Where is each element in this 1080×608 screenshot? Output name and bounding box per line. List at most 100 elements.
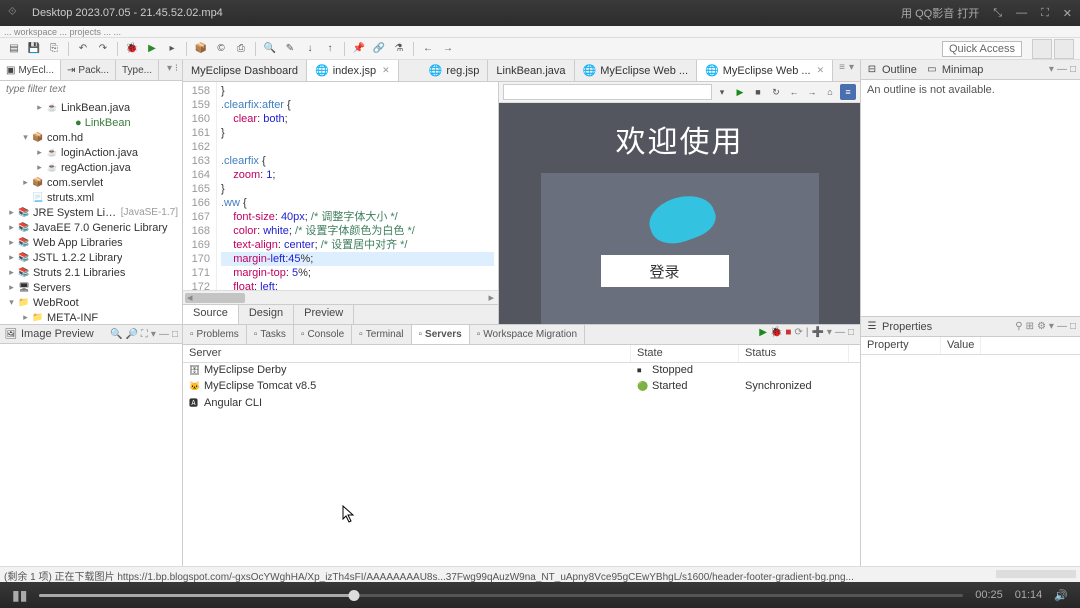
server-add-icon[interactable]: ➕ bbox=[811, 327, 823, 342]
server-stop-icon[interactable]: ■ bbox=[785, 327, 791, 342]
tree-node[interactable]: ▸Web App Libraries bbox=[0, 235, 182, 250]
left-view-menu-icon[interactable]: ▾ ⁝ bbox=[163, 60, 182, 80]
player-close-icon[interactable]: ✕ bbox=[1063, 7, 1072, 20]
editor-min-icon[interactable]: ▾ bbox=[849, 62, 854, 79]
bottom-tab-tasks[interactable]: ▫Tasks bbox=[247, 325, 294, 344]
tree-node[interactable]: ▸META-INF bbox=[0, 310, 182, 324]
col-value[interactable]: Value bbox=[941, 337, 981, 354]
player-max-icon[interactable]: ⛶ bbox=[1041, 7, 1049, 20]
tree-filter-input[interactable] bbox=[4, 82, 178, 97]
tree-node[interactable]: ▾com.hd bbox=[0, 130, 182, 145]
bottom-tab-problems[interactable]: ▫Problems bbox=[183, 325, 247, 344]
tree-node[interactable]: ▸JavaEE 7.0 Generic Library bbox=[0, 220, 182, 235]
pin-icon[interactable]: 📌 bbox=[351, 41, 367, 57]
debug-icon[interactable]: 🐞 bbox=[124, 41, 140, 57]
editor-tab[interactable]: LinkBean.java bbox=[488, 60, 574, 81]
bottom-tab-workspace-migration[interactable]: ▫Workspace Migration bbox=[470, 325, 585, 344]
toggle-mark-icon[interactable]: ✎ bbox=[282, 41, 298, 57]
browser-menu-icon[interactable]: ≡ bbox=[840, 84, 856, 100]
server-row[interactable]: 🅰Angular CLI bbox=[183, 395, 860, 411]
tree-node[interactable]: ▸regAction.java bbox=[0, 160, 182, 175]
player-min-icon[interactable]: — bbox=[1016, 7, 1027, 19]
save-all-icon[interactable]: ⎘ bbox=[46, 41, 62, 57]
minimap-title[interactable]: Minimap bbox=[942, 64, 984, 76]
maximize-pane-icon[interactable]: □ bbox=[172, 329, 178, 340]
mode-preview[interactable]: Preview bbox=[294, 305, 354, 324]
server-row[interactable]: 🗄MyEclipse Derby⏹Stopped bbox=[183, 363, 860, 379]
tree-node[interactable]: struts.xml bbox=[0, 190, 182, 205]
fwd-nav-icon[interactable]: → bbox=[804, 84, 820, 100]
play-pause-icon[interactable]: ▮▮ bbox=[12, 587, 27, 604]
run-icon[interactable]: ▶ bbox=[144, 41, 160, 57]
tree-node[interactable]: ● LinkBean bbox=[0, 115, 182, 130]
go-icon[interactable]: ▶ bbox=[732, 84, 748, 100]
col-server[interactable]: Server bbox=[183, 345, 631, 362]
mode-design[interactable]: Design bbox=[239, 305, 294, 324]
forward-icon[interactable]: → bbox=[440, 41, 456, 57]
new-package-icon[interactable]: 📦 bbox=[193, 41, 209, 57]
server-start-icon[interactable]: ▶ bbox=[759, 327, 767, 342]
zoom-out-icon[interactable]: 🔎 bbox=[125, 329, 137, 340]
tree-node[interactable]: ▸loginAction.java bbox=[0, 145, 182, 160]
bottom-tab-terminal[interactable]: ▫Terminal bbox=[352, 325, 411, 344]
open-type-icon[interactable]: ⎙ bbox=[233, 41, 249, 57]
col-property[interactable]: Property bbox=[861, 337, 941, 354]
tree-node[interactable]: ▸com.servlet bbox=[0, 175, 182, 190]
prev-annotation-icon[interactable]: ↑ bbox=[322, 41, 338, 57]
zoom-in-icon[interactable]: 🔍 bbox=[110, 329, 122, 340]
minimize-pane-icon[interactable]: — bbox=[159, 329, 169, 340]
editor-tab[interactable]: 🌐MyEclipse Web ...✕ bbox=[697, 60, 833, 81]
code-area[interactable]: } .clearfix:after { clear: both; } .clea… bbox=[217, 82, 498, 290]
login-button[interactable]: 登录 bbox=[601, 255, 729, 287]
tab-type-hierarchy[interactable]: Type... bbox=[116, 60, 159, 80]
open-with-hint[interactable]: 用 QQ影音 打开 bbox=[901, 5, 979, 21]
tab-package-explorer[interactable]: ⇥Pack... bbox=[61, 60, 116, 80]
outline-title[interactable]: Outline bbox=[882, 64, 917, 76]
mode-source[interactable]: Source bbox=[183, 305, 239, 324]
fit-icon[interactable]: ⛶ bbox=[141, 329, 148, 340]
back-icon[interactable]: ← bbox=[420, 41, 436, 57]
tab-myeclipse-explorer[interactable]: ▣MyEcl... bbox=[0, 60, 61, 80]
back-nav-icon[interactable]: ← bbox=[786, 84, 802, 100]
close-tab-icon[interactable]: ✕ bbox=[817, 65, 825, 76]
bottom-tab-servers[interactable]: ▫Servers bbox=[412, 325, 470, 344]
url-input[interactable] bbox=[503, 84, 712, 100]
run-last-icon[interactable]: ▸ bbox=[164, 41, 180, 57]
outline-min-icon[interactable]: — bbox=[1057, 64, 1067, 75]
seek-track[interactable] bbox=[39, 594, 963, 597]
refresh-icon[interactable]: ↻ bbox=[768, 84, 784, 100]
panel-max-icon[interactable]: □ bbox=[848, 327, 854, 342]
filter-icon[interactable]: ⚗ bbox=[391, 41, 407, 57]
new-class-icon[interactable]: © bbox=[213, 41, 229, 57]
prop-min-icon[interactable]: — bbox=[1057, 321, 1067, 332]
seek-knob[interactable] bbox=[348, 590, 359, 601]
link-icon[interactable]: 🔗 bbox=[371, 41, 387, 57]
prop-cat-icon[interactable]: ⊞ bbox=[1026, 321, 1034, 332]
horizontal-scrollbar[interactable]: ▸◂ bbox=[183, 290, 498, 304]
tree-node[interactable]: ▸Struts 2.1 Libraries bbox=[0, 265, 182, 280]
editor-max-icon[interactable]: ≡ bbox=[839, 62, 845, 79]
perspective-java[interactable] bbox=[1054, 39, 1074, 59]
properties-title[interactable]: Properties bbox=[882, 321, 932, 333]
search-icon[interactable]: 🔍 bbox=[262, 41, 278, 57]
volume-icon[interactable]: 🔊 bbox=[1054, 589, 1068, 602]
bottom-tab-console[interactable]: ▫Console bbox=[294, 325, 352, 344]
prop-max-icon[interactable]: □ bbox=[1070, 321, 1076, 332]
outline-menu-icon[interactable]: ▾ bbox=[1049, 64, 1054, 75]
player-prev-icon[interactable]: ⤡ bbox=[993, 7, 1002, 20]
tree-node[interactable]: ▸LinkBean.java bbox=[0, 100, 182, 115]
col-state[interactable]: State bbox=[631, 345, 739, 362]
quick-access[interactable]: Quick Access bbox=[942, 41, 1022, 57]
outline-max-icon[interactable]: □ bbox=[1070, 64, 1076, 75]
prop-adv-icon[interactable]: ⚙ bbox=[1037, 321, 1046, 332]
close-tab-icon[interactable]: ✕ bbox=[382, 65, 390, 76]
editor-tab[interactable]: MyEclipse Dashboard bbox=[183, 60, 307, 81]
home-icon[interactable]: ⌂ bbox=[822, 84, 838, 100]
url-dropdown-icon[interactable]: ▾ bbox=[714, 84, 730, 100]
next-annotation-icon[interactable]: ↓ bbox=[302, 41, 318, 57]
tree-node[interactable]: ▸JRE System Library[JavaSE-1.7] bbox=[0, 205, 182, 220]
tree-node[interactable]: ▸JSTL 1.2.2 Library bbox=[0, 250, 182, 265]
editor-tab[interactable]: 🌐MyEclipse Web ... bbox=[575, 60, 698, 81]
prop-filter-icon[interactable]: ⚲ bbox=[1015, 321, 1022, 332]
server-publish-icon[interactable]: ⟳ bbox=[794, 327, 802, 342]
